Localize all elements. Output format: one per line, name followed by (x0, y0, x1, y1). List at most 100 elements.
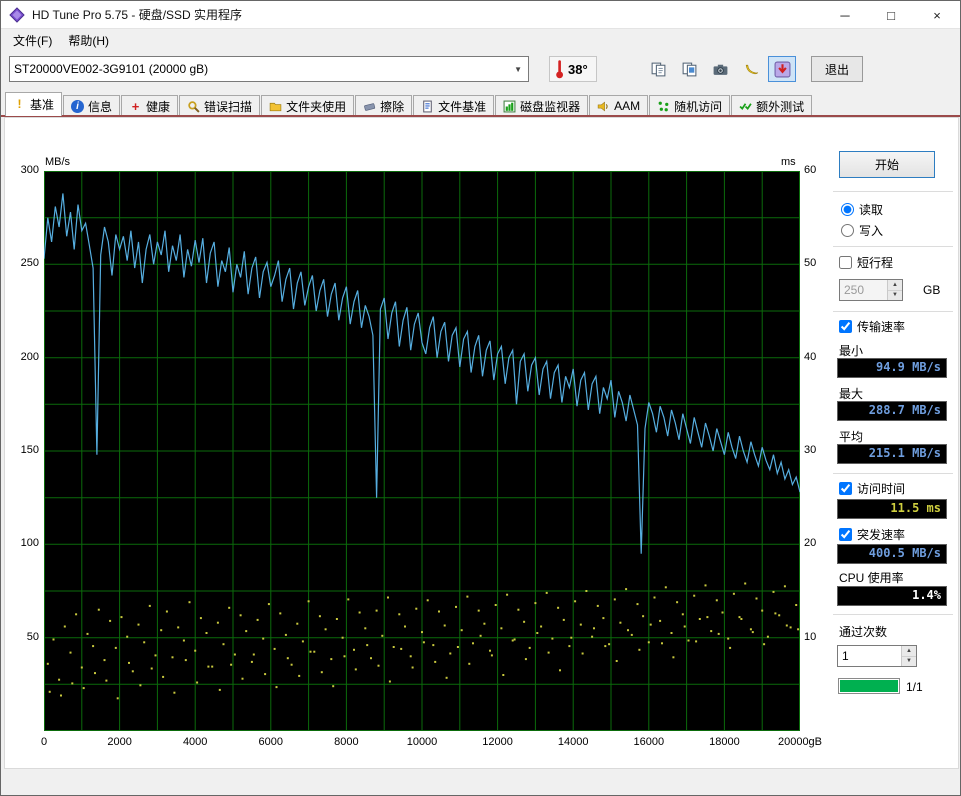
pass-count-label: 通过次数 (839, 625, 888, 639)
pass-count-spinner[interactable]: 1 ▲ ▼ (837, 645, 917, 667)
spin-up-button[interactable]: ▲ (888, 280, 902, 291)
tab-bar: ! 基准 i 信息 + 健康 错误扫描 文件夹使用 擦除 文件基准 磁盘监视器 AAM 随机访问 额外测试 (5, 92, 813, 116)
minimize-button[interactable]: ─ (822, 1, 868, 29)
erase-icon (364, 102, 376, 111)
cpu-usage-value: 1.4% (837, 586, 947, 606)
write-radio-label: 写入 (859, 224, 884, 238)
window-controls: ─ □ × (822, 1, 960, 29)
tab-file-benchmark[interactable]: 文件基准 (413, 95, 495, 116)
tab-label: 基准 (30, 98, 55, 112)
window-title: HD Tune Pro 5.75 - 硬盘/SSD 实用程序 (32, 8, 243, 22)
access-time-label: 访问时间 (857, 482, 906, 496)
tab-aam[interactable]: AAM (589, 95, 649, 116)
save-arrow-icon (774, 61, 790, 77)
tab-label: 健康 (146, 99, 171, 114)
tab-extra-tests[interactable]: 额外测试 (731, 95, 813, 116)
tab-benchmark[interactable]: ! 基准 (5, 92, 63, 116)
access-time-checkbox-input[interactable] (839, 482, 852, 495)
tab-erase[interactable]: 擦除 (355, 95, 413, 116)
extra-tests-icon (739, 102, 752, 110)
min-value: 94.9 MB/s (837, 358, 947, 378)
tab-label: 文件基准 (438, 99, 487, 114)
tab-error-scan[interactable]: 错误扫描 (179, 95, 261, 116)
tab-label: AAM (614, 99, 641, 113)
tab-label: 磁盘监视器 (520, 99, 581, 114)
start-button[interactable]: 开始 (839, 151, 935, 178)
transfer-rate-checkbox-input[interactable] (839, 320, 852, 333)
exit-button[interactable]: 退出 (811, 56, 863, 82)
short-stroke-spinner[interactable]: 250 ▲ ▼ (839, 279, 903, 301)
drive-selector[interactable]: ST20000VE002-3G9101 (20000 gB) ▼ (9, 56, 529, 82)
menu-item-file[interactable]: 文件(F) (5, 29, 60, 52)
tab-label: 擦除 (380, 99, 405, 114)
tab-folder-usage[interactable]: 文件夹使用 (261, 95, 355, 116)
transfer-rate-checkbox[interactable]: 传输速率 (839, 318, 905, 335)
copy-text-icon (651, 62, 665, 76)
submit-results-button[interactable] (737, 56, 765, 82)
file-benchmark-icon (423, 100, 432, 112)
copy-text-button[interactable] (644, 56, 672, 82)
cpu-usage-label: CPU 使用率 (839, 571, 904, 585)
read-radio-label: 读取 (859, 203, 884, 217)
burst-rate-checkbox-input[interactable] (839, 528, 852, 541)
separator (833, 246, 953, 247)
spin-down-button[interactable]: ▼ (902, 656, 916, 666)
tab-label: 随机访问 (674, 99, 723, 114)
screenshot-button[interactable] (706, 56, 734, 82)
title-bar: HD Tune Pro 5.75 - 硬盘/SSD 实用程序 ─ □ × (1, 1, 960, 29)
progress-label: 1/1 (906, 680, 923, 694)
transfer-rate-label: 传输速率 (857, 320, 906, 334)
tab-info[interactable]: i 信息 (63, 95, 121, 116)
progress-fill (840, 680, 898, 692)
toolbar-buttons (644, 56, 796, 82)
disk-monitor-icon (503, 100, 516, 112)
benchmark-icon: ! (17, 97, 22, 111)
separator (833, 473, 953, 474)
health-icon: + (131, 98, 140, 114)
tab-health[interactable]: + 健康 (121, 95, 179, 116)
burst-rate-checkbox[interactable]: 突发速率 (839, 526, 905, 543)
spin-up-button[interactable]: ▲ (902, 646, 916, 657)
maximize-button[interactable]: □ (868, 1, 914, 29)
short-stroke-label: 短行程 (857, 256, 894, 270)
menu-item-help[interactable]: 帮助(H) (60, 29, 117, 52)
tab-label: 额外测试 (756, 99, 805, 114)
copy-image-button[interactable] (675, 56, 703, 82)
write-radio-input[interactable] (841, 224, 854, 237)
separator (833, 191, 953, 192)
read-radio[interactable]: 读取 (841, 201, 883, 218)
close-button[interactable]: × (914, 1, 960, 29)
content-panel (4, 117, 959, 769)
error-scan-icon (188, 100, 200, 113)
folder-icon (269, 102, 282, 111)
access-time-checkbox[interactable]: 访问时间 (839, 480, 905, 497)
short-stroke-value: 250 (840, 280, 887, 300)
progress-bar (838, 678, 900, 694)
temperature-display: 38° (549, 56, 597, 82)
short-stroke-checkbox[interactable]: 短行程 (839, 254, 893, 271)
tab-label: 文件夹使用 (286, 99, 347, 114)
short-stroke-checkbox-input[interactable] (839, 256, 852, 269)
camera-icon (713, 64, 727, 75)
tab-disk-monitor[interactable]: 磁盘监视器 (495, 95, 589, 116)
app-icon (9, 6, 25, 23)
burst-rate-value: 400.5 MB/s (837, 544, 947, 564)
min-label: 最小 (839, 344, 864, 358)
temperature-value: 38° (568, 61, 588, 77)
info-icon: i (71, 99, 85, 113)
read-radio-input[interactable] (841, 203, 854, 216)
tab-random-access[interactable]: 随机访问 (649, 95, 731, 116)
chevron-down-icon: ▼ (514, 64, 522, 74)
app-window: HD Tune Pro 5.75 - 硬盘/SSD 实用程序 ─ □ × 文件(… (0, 0, 961, 796)
spinner-buttons: ▲ ▼ (901, 646, 916, 666)
save-image-button[interactable] (768, 56, 796, 82)
tab-label: 信息 (88, 99, 113, 114)
submit-icon (745, 64, 758, 74)
spin-down-button[interactable]: ▼ (888, 290, 902, 300)
thermometer-icon (554, 58, 565, 80)
separator (833, 311, 953, 312)
max-value: 288.7 MB/s (837, 401, 947, 421)
aam-icon (597, 101, 608, 111)
write-radio[interactable]: 写入 (841, 222, 883, 239)
max-label: 最大 (839, 387, 864, 401)
